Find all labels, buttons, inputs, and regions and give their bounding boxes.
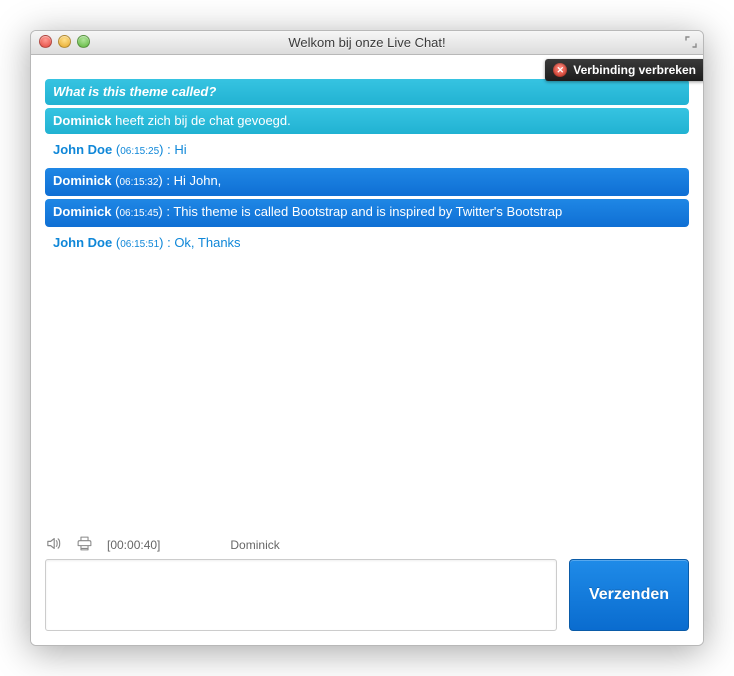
disconnect-button[interactable]: ✕ Verbinding verbreken xyxy=(545,59,704,81)
joined-text: heeft zich bij de chat gevoegd. xyxy=(112,113,291,128)
traffic-lights xyxy=(39,35,90,48)
chat-message-visitor: John Doe (06:15:25) : Hi xyxy=(45,137,689,165)
expand-icon[interactable] xyxy=(685,36,697,51)
disconnect-label: Verbinding verbreken xyxy=(573,63,696,77)
msg-name: John Doe xyxy=(53,142,112,157)
close-icon[interactable] xyxy=(39,35,52,48)
joined-notice: Dominick heeft zich bij de chat gevoegd. xyxy=(45,108,689,134)
msg-name: Dominick xyxy=(53,204,112,219)
chat-message-agent: Dominick (06:15:45) : This theme is call… xyxy=(45,199,689,227)
msg-text: Ok, Thanks xyxy=(174,235,240,250)
close-icon: ✕ xyxy=(553,63,567,77)
msg-time: 06:15:51 xyxy=(120,239,159,250)
chat-question: What is this theme called? xyxy=(45,79,689,105)
message-input[interactable] xyxy=(45,559,557,631)
joined-name: Dominick xyxy=(53,113,112,128)
msg-name: John Doe xyxy=(53,235,112,250)
print-icon[interactable] xyxy=(76,535,93,555)
typing-indicator: Dominick xyxy=(230,538,279,552)
msg-text: This theme is called Bootstrap and is in… xyxy=(173,204,562,219)
msg-text: Hi xyxy=(174,142,186,157)
msg-name: Dominick xyxy=(53,173,112,188)
chat-window: Welkom bij onze Live Chat! ✕ Verbinding … xyxy=(30,30,704,646)
msg-time: 06:15:25 xyxy=(120,146,159,157)
input-area: [00:00:40] Dominick Verzenden xyxy=(45,535,689,631)
chat-message-visitor: John Doe (06:15:51) : Ok, Thanks xyxy=(45,230,689,258)
content-area: ✕ Verbinding verbreken What is this them… xyxy=(31,55,703,645)
zoom-icon[interactable] xyxy=(77,35,90,48)
sound-icon[interactable] xyxy=(45,535,62,555)
minimize-icon[interactable] xyxy=(58,35,71,48)
chat-transcript: What is this theme called? Dominick heef… xyxy=(31,55,703,258)
duration-label: [00:00:40] xyxy=(107,538,160,552)
status-line: [00:00:40] Dominick xyxy=(45,535,689,555)
msg-time: 06:15:32 xyxy=(119,177,158,188)
send-button[interactable]: Verzenden xyxy=(569,559,689,631)
window-title: Welkom bij onze Live Chat! xyxy=(288,35,445,50)
msg-time: 06:15:45 xyxy=(119,208,158,219)
chat-message-agent: Dominick (06:15:32) : Hi John, xyxy=(45,168,689,196)
titlebar: Welkom bij onze Live Chat! xyxy=(31,31,703,55)
msg-text: Hi John, xyxy=(174,173,222,188)
